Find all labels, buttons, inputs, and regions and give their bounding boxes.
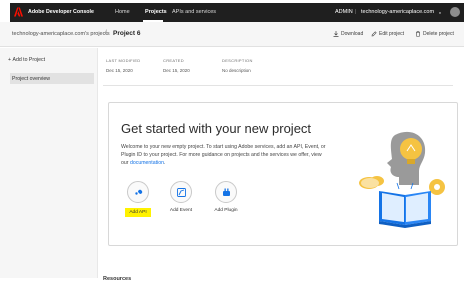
last-modified-value: Dec 15, 2020 [106,68,133,73]
adobe-logo-icon[interactable] [14,7,23,17]
top-navigation-bar: Adobe Developer Console Home Projects AP… [10,3,464,22]
card-description-line-1: Welcome to your new empty project. To st… [121,144,326,150]
pencil-icon [371,31,377,37]
gear-icon [429,179,445,195]
breadcrumb-org-projects[interactable]: technology-americaplace.com's projects [12,31,110,37]
documentation-link[interactable]: documentation [130,160,164,166]
event-icon [176,187,186,197]
sidebar: + Add to Project Project overview [0,48,98,278]
add-to-project-button[interactable]: + Add to Project [8,57,45,63]
api-icon [134,189,142,195]
avatar[interactable] [450,7,460,17]
description-value: No description [222,68,251,73]
edit-project-button[interactable]: Edit project [371,31,404,37]
nav-apis-and-services[interactable]: APIs and services [172,9,216,15]
download-icon [333,31,339,37]
book-icon [379,191,431,228]
add-event-circle[interactable] [170,181,192,203]
resources-heading: Resources [103,276,132,282]
plugin-icon [222,188,230,196]
delete-project-label: Delete project [423,31,454,37]
org-role: ADMIN [335,9,353,15]
add-plugin-label: Add Plugin [214,208,238,213]
delete-project-button[interactable]: Delete project [415,31,454,37]
download-label: Download [341,31,364,37]
nav-home[interactable]: Home [115,9,130,15]
add-plugin-button[interactable]: Add Plugin [206,181,246,213]
created-value: Dec 15, 2020 [163,68,190,73]
trash-icon [416,31,420,37]
card-description-suffix: . [163,160,166,166]
description-label: DESCRIPTION [222,58,253,63]
last-modified-label: LAST MODIFIED [106,58,141,63]
app-name[interactable]: Adobe Developer Console [28,9,94,15]
breadcrumb-current-project: Project 6 [113,30,141,37]
chevron-down-icon[interactable]: v [439,10,441,15]
card-description-prefix: our [121,160,130,166]
created-label: CREATED [163,58,184,63]
card-description: Welcome to your new empty project. To st… [121,143,343,167]
add-plugin-circle[interactable] [215,181,237,203]
sidebar-item-project-overview[interactable]: Project overview [10,73,94,84]
add-event-label: Add Event [169,208,193,213]
edit-project-label: Edit project [379,31,405,37]
add-api-circle[interactable] [127,181,149,203]
org-switcher[interactable]: technology-americaplace.com [361,9,434,15]
get-started-illustration [359,131,445,228]
get-started-card: Get started with your new project Welcom… [108,102,458,246]
card-description-line-2: Plugin ID to your project. For more guid… [121,152,322,158]
divider [103,85,453,86]
breadcrumb: technology-americaplace.com's projects /… [0,22,464,47]
nav-projects[interactable]: Projects [145,9,167,15]
add-event-button[interactable]: Add Event [161,181,201,213]
download-button[interactable]: Download [333,31,363,37]
add-api-label: Add API [125,208,151,217]
add-api-button[interactable]: Add API [125,181,151,217]
add-to-project-label: Add to Project [12,57,46,63]
cloud-icon [359,176,384,189]
org-divider: | [355,9,357,15]
breadcrumb-separator: / [105,30,107,36]
card-title: Get started with your new project [121,121,312,136]
